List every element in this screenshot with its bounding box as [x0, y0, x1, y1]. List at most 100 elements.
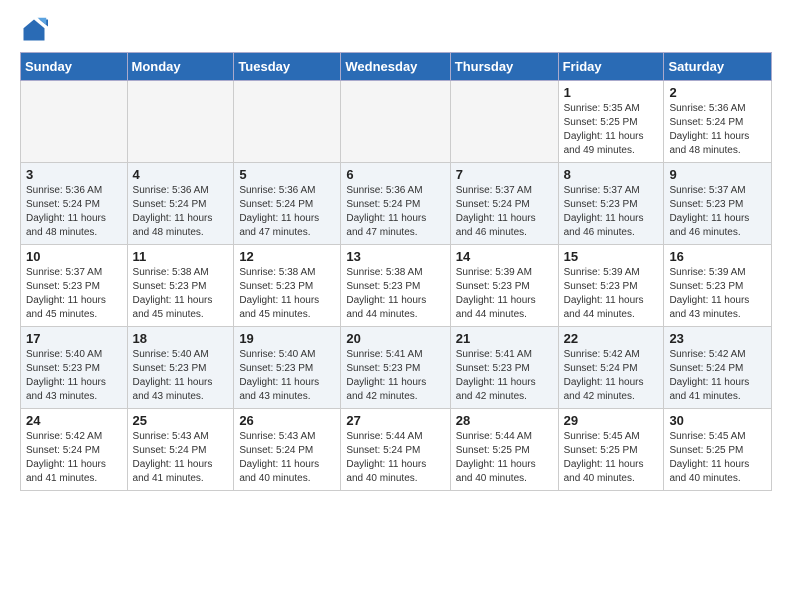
day-info: Sunrise: 5:37 AM Sunset: 5:23 PM Dayligh… — [26, 266, 122, 322]
calendar-day-cell: 30 Sunrise: 5:45 AM Sunset: 5:25 PM Dayli… — [664, 409, 772, 491]
day-number: 9 — [669, 167, 766, 182]
calendar-day-cell: 22 Sunrise: 5:42 AM Sunset: 5:24 PM Dayli… — [558, 327, 664, 409]
day-info: Sunrise: 5:41 AM Sunset: 5:23 PM Dayligh… — [456, 348, 553, 404]
calendar-week-row: 24Sunrise: 5:42 AM Sunset: 5:24 PM Dayli… — [21, 409, 772, 491]
day-info: Sunrise: 5:36 AM Sunset: 5:24 PM Dayligh… — [26, 184, 122, 240]
day-number: 18 — [133, 331, 229, 346]
day-of-week-header: Wednesday — [341, 53, 450, 81]
day-of-week-header: Saturday — [664, 53, 772, 81]
day-number: 27 — [346, 413, 444, 428]
day-info: Sunrise: 5:41 AM Sunset: 5:23 PM Dayligh… — [346, 348, 444, 404]
day-number: 12 — [239, 249, 335, 264]
calendar-day-cell: 5 Sunrise: 5:36 AM Sunset: 5:24 PM Daylig… — [234, 163, 341, 245]
calendar-day-cell: 26Sunrise: 5:43 AM Sunset: 5:24 PM Dayli… — [234, 409, 341, 491]
day-number: 8 — [564, 167, 659, 182]
day-info: Sunrise: 5:37 AM Sunset: 5:23 PM Dayligh… — [669, 184, 766, 240]
day-info: Sunrise: 5:36 AM Sunset: 5:24 PM Dayligh… — [346, 184, 444, 240]
logo-icon — [20, 16, 48, 44]
day-number: 14 — [456, 249, 553, 264]
day-number: 7 — [456, 167, 553, 182]
calendar-day-cell: 12 Sunrise: 5:38 AM Sunset: 5:23 PM Dayli… — [234, 245, 341, 327]
day-number: 29 — [564, 413, 659, 428]
calendar-day-cell: 18 Sunrise: 5:40 AM Sunset: 5:23 PM Dayli… — [127, 327, 234, 409]
day-number: 21 — [456, 331, 553, 346]
day-info: Sunrise: 5:36 AM Sunset: 5:24 PM Dayligh… — [669, 102, 766, 158]
day-number: 2 — [669, 85, 766, 100]
day-number: 15 — [564, 249, 659, 264]
day-of-week-header: Friday — [558, 53, 664, 81]
day-info: Sunrise: 5:40 AM Sunset: 5:23 PM Dayligh… — [26, 348, 122, 404]
day-info: Sunrise: 5:40 AM Sunset: 5:23 PM Dayligh… — [239, 348, 335, 404]
calendar-day-cell: 29 Sunrise: 5:45 AM Sunset: 5:25 PM Dayli… — [558, 409, 664, 491]
day-of-week-header: Monday — [127, 53, 234, 81]
day-info: Sunrise: 5:39 AM Sunset: 5:23 PM Dayligh… — [669, 266, 766, 322]
calendar-week-row: 1 Sunrise: 5:35 AM Sunset: 5:25 PM Daylig… — [21, 81, 772, 163]
day-number: 17 — [26, 331, 122, 346]
day-info: Sunrise: 5:44 AM Sunset: 5:25 PM Dayligh… — [456, 430, 553, 486]
calendar-day-cell: 8 Sunrise: 5:37 AM Sunset: 5:23 PM Daylig… — [558, 163, 664, 245]
day-info: Sunrise: 5:38 AM Sunset: 5:23 PM Dayligh… — [133, 266, 229, 322]
calendar-day-cell: 9 Sunrise: 5:37 AM Sunset: 5:23 PM Daylig… — [664, 163, 772, 245]
calendar-day-cell: 24Sunrise: 5:42 AM Sunset: 5:24 PM Dayli… — [21, 409, 128, 491]
calendar-day-cell: 4 Sunrise: 5:36 AM Sunset: 5:24 PM Daylig… — [127, 163, 234, 245]
calendar-header-row: SundayMondayTuesdayWednesdayThursdayFrid… — [21, 53, 772, 81]
day-info: Sunrise: 5:39 AM Sunset: 5:23 PM Dayligh… — [564, 266, 659, 322]
calendar-day-cell — [450, 81, 558, 163]
day-info: Sunrise: 5:42 AM Sunset: 5:24 PM Dayligh… — [669, 348, 766, 404]
day-info: Sunrise: 5:45 AM Sunset: 5:25 PM Dayligh… — [564, 430, 659, 486]
day-number: 5 — [239, 167, 335, 182]
day-number: 1 — [564, 85, 659, 100]
day-number: 6 — [346, 167, 444, 182]
day-number: 19 — [239, 331, 335, 346]
day-info: Sunrise: 5:38 AM Sunset: 5:23 PM Dayligh… — [239, 266, 335, 322]
calendar-day-cell — [341, 81, 450, 163]
day-info: Sunrise: 5:42 AM Sunset: 5:24 PM Dayligh… — [564, 348, 659, 404]
calendar-day-cell — [234, 81, 341, 163]
day-number: 16 — [669, 249, 766, 264]
calendar-day-cell: 21 Sunrise: 5:41 AM Sunset: 5:23 PM Dayli… — [450, 327, 558, 409]
calendar-day-cell: 15 Sunrise: 5:39 AM Sunset: 5:23 PM Dayli… — [558, 245, 664, 327]
calendar-day-cell: 3 Sunrise: 5:36 AM Sunset: 5:24 PM Daylig… — [21, 163, 128, 245]
calendar-day-cell: 27 Sunrise: 5:44 AM Sunset: 5:24 PM Dayli… — [341, 409, 450, 491]
day-info: Sunrise: 5:45 AM Sunset: 5:25 PM Dayligh… — [669, 430, 766, 486]
calendar-day-cell: 28Sunrise: 5:44 AM Sunset: 5:25 PM Dayli… — [450, 409, 558, 491]
calendar-day-cell: 19 Sunrise: 5:40 AM Sunset: 5:23 PM Dayli… — [234, 327, 341, 409]
day-number: 30 — [669, 413, 766, 428]
calendar-day-cell — [21, 81, 128, 163]
day-number: 11 — [133, 249, 229, 264]
day-number: 23 — [669, 331, 766, 346]
day-of-week-header: Thursday — [450, 53, 558, 81]
day-number: 13 — [346, 249, 444, 264]
day-info: Sunrise: 5:36 AM Sunset: 5:24 PM Dayligh… — [133, 184, 229, 240]
day-info: Sunrise: 5:39 AM Sunset: 5:23 PM Dayligh… — [456, 266, 553, 322]
day-info: Sunrise: 5:40 AM Sunset: 5:23 PM Dayligh… — [133, 348, 229, 404]
page: SundayMondayTuesdayWednesdayThursdayFrid… — [0, 0, 792, 501]
day-info: Sunrise: 5:36 AM Sunset: 5:24 PM Dayligh… — [239, 184, 335, 240]
calendar-table: SundayMondayTuesdayWednesdayThursdayFrid… — [20, 52, 772, 491]
calendar-day-cell: 11 Sunrise: 5:38 AM Sunset: 5:23 PM Dayli… — [127, 245, 234, 327]
calendar-day-cell: 7Sunrise: 5:37 AM Sunset: 5:24 PM Daylig… — [450, 163, 558, 245]
day-info: Sunrise: 5:43 AM Sunset: 5:24 PM Dayligh… — [239, 430, 335, 486]
calendar-day-cell: 13Sunrise: 5:38 AM Sunset: 5:23 PM Dayli… — [341, 245, 450, 327]
calendar-day-cell: 25 Sunrise: 5:43 AM Sunset: 5:24 PM Dayli… — [127, 409, 234, 491]
calendar-day-cell: 23 Sunrise: 5:42 AM Sunset: 5:24 PM Dayli… — [664, 327, 772, 409]
calendar-day-cell: 16 Sunrise: 5:39 AM Sunset: 5:23 PM Dayli… — [664, 245, 772, 327]
day-number: 4 — [133, 167, 229, 182]
day-info: Sunrise: 5:35 AM Sunset: 5:25 PM Dayligh… — [564, 102, 659, 158]
calendar-day-cell: 17 Sunrise: 5:40 AM Sunset: 5:23 PM Dayli… — [21, 327, 128, 409]
day-of-week-header: Tuesday — [234, 53, 341, 81]
calendar-week-row: 10Sunrise: 5:37 AM Sunset: 5:23 PM Dayli… — [21, 245, 772, 327]
calendar-day-cell: 6 Sunrise: 5:36 AM Sunset: 5:24 PM Daylig… — [341, 163, 450, 245]
calendar-day-cell: 14 Sunrise: 5:39 AM Sunset: 5:23 PM Dayli… — [450, 245, 558, 327]
calendar-week-row: 17 Sunrise: 5:40 AM Sunset: 5:23 PM Dayli… — [21, 327, 772, 409]
day-number: 22 — [564, 331, 659, 346]
day-number: 25 — [133, 413, 229, 428]
day-info: Sunrise: 5:44 AM Sunset: 5:24 PM Dayligh… — [346, 430, 444, 486]
day-info: Sunrise: 5:37 AM Sunset: 5:23 PM Dayligh… — [564, 184, 659, 240]
header — [20, 16, 772, 44]
day-info: Sunrise: 5:43 AM Sunset: 5:24 PM Dayligh… — [133, 430, 229, 486]
calendar-day-cell: 1 Sunrise: 5:35 AM Sunset: 5:25 PM Daylig… — [558, 81, 664, 163]
day-number: 24 — [26, 413, 122, 428]
day-number: 3 — [26, 167, 122, 182]
calendar-day-cell — [127, 81, 234, 163]
